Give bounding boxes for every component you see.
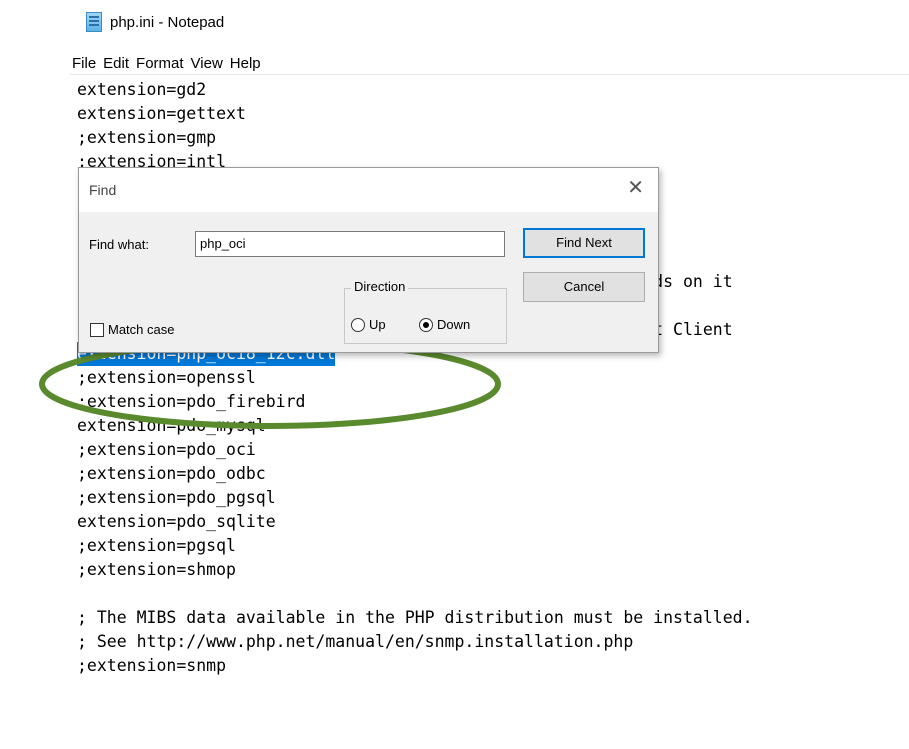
find-dialog-title: Find <box>89 182 117 198</box>
text-line: ;extension=pdo_firebird <box>77 392 306 411</box>
menu-divider <box>70 74 909 75</box>
up-label: Up <box>369 317 386 332</box>
text-line: ;extension=openssl <box>77 368 256 387</box>
text-line: extension=gd2 <box>77 80 207 99</box>
direction-up-option[interactable]: Up <box>351 317 386 332</box>
find-dialog-titlebar: Find ✕ <box>79 168 658 212</box>
close-icon[interactable]: ✕ <box>627 178 644 198</box>
menu-view[interactable]: View <box>191 55 223 72</box>
text-line: ; See http://www.php.net/manual/en/snmp.… <box>77 632 634 651</box>
direction-label: Direction <box>351 279 409 294</box>
down-label: Down <box>437 317 471 332</box>
menu-help[interactable]: Help <box>230 55 261 72</box>
text-line: extension=pdo_sqlite <box>77 512 276 531</box>
text-line: ;extension=pdo_odbc <box>77 464 266 483</box>
text-line: ;extension=pdo_pgsql <box>77 488 276 507</box>
notepad-window: php.ini - Notepad File Edit Format View … <box>0 0 909 749</box>
text-line: extension=pdo_mysql <box>77 416 266 435</box>
match-case-label: Match case <box>108 322 175 337</box>
menu-bar: File Edit Format View Help <box>72 52 268 74</box>
up-radio[interactable] <box>351 317 365 332</box>
text-line: ;extension=pdo_oci <box>77 440 256 459</box>
find-next-button[interactable]: Find Next <box>523 228 645 258</box>
window-title: php.ini - Notepad <box>110 13 225 31</box>
cancel-button[interactable]: Cancel <box>523 272 645 302</box>
text-line: ;extension=gmp <box>77 128 217 147</box>
menu-edit[interactable]: Edit <box>103 55 129 72</box>
find-what-input[interactable]: php_oci <box>195 231 505 257</box>
menu-format[interactable]: Format <box>136 55 184 72</box>
match-case-checkbox[interactable] <box>90 322 104 337</box>
find-what-label: Find what: <box>89 237 149 252</box>
title-bar: php.ini - Notepad <box>86 8 224 36</box>
text-line: ;extension=snmp <box>77 656 227 675</box>
text-line: ; The MIBS data available in the PHP dis… <box>77 608 753 627</box>
direction-down-option[interactable]: Down <box>419 317 470 332</box>
text-line: ;extension=shmop <box>77 560 236 579</box>
down-radio[interactable] <box>419 317 433 332</box>
find-dialog: Find ✕ Find what: php_oci Find Next Canc… <box>78 167 659 353</box>
notepad-icon <box>86 12 102 32</box>
match-case-option[interactable]: Match case <box>90 322 174 337</box>
text-line: ;extension=pgsql <box>77 536 236 555</box>
text-line: extension=gettext <box>77 104 246 123</box>
menu-file[interactable]: File <box>72 55 96 72</box>
direction-group: Direction Up Down <box>344 279 507 344</box>
